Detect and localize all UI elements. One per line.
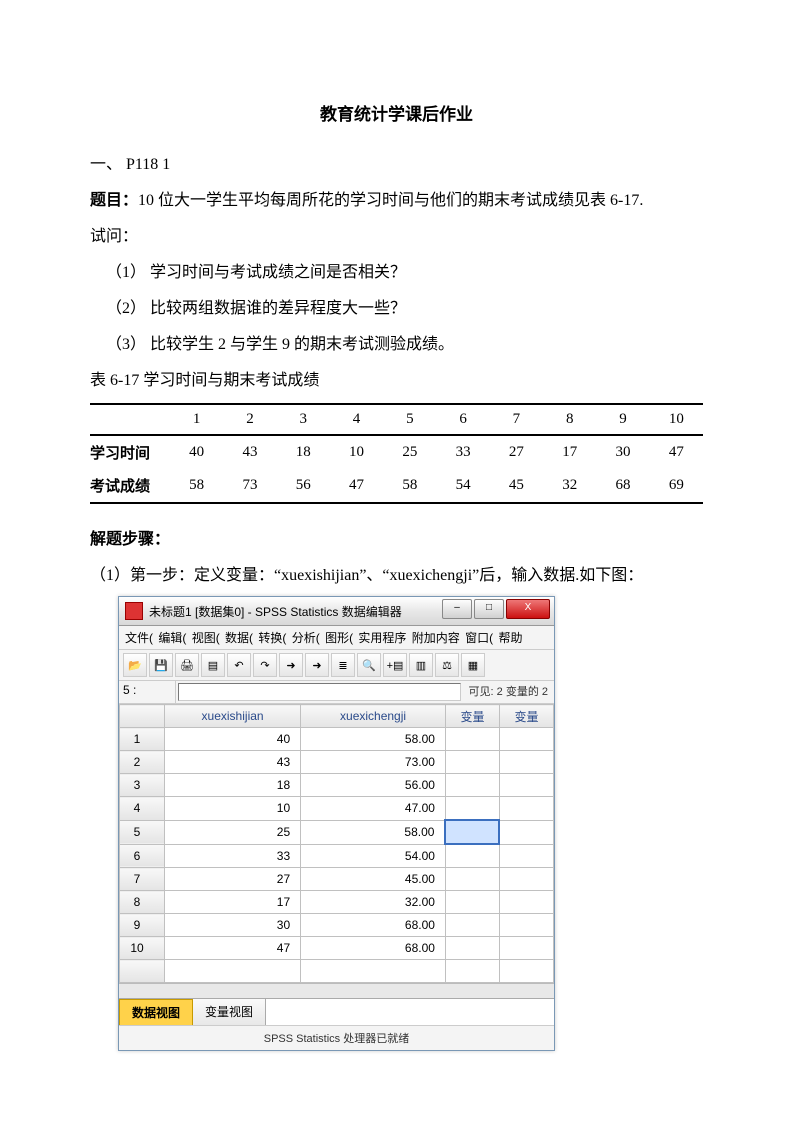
- menu-analyze[interactable]: 分析(: [292, 631, 320, 645]
- page-title: 教育统计学课后作业: [90, 100, 703, 125]
- undo-icon[interactable]: ↶: [227, 653, 251, 677]
- redo-icon[interactable]: ↷: [253, 653, 277, 677]
- select-icon[interactable]: ▦: [461, 653, 485, 677]
- question-intro: 试问：: [90, 221, 703, 253]
- dialog-icon[interactable]: ▤: [201, 653, 225, 677]
- save-icon[interactable]: 💾: [149, 653, 173, 677]
- menu-help[interactable]: 帮助: [498, 631, 522, 645]
- menu-utilities[interactable]: 实用程序: [358, 631, 406, 645]
- tab-data-view[interactable]: 数据视图: [119, 999, 193, 1025]
- cell-value-input[interactable]: [178, 683, 461, 701]
- topic-text: 10 位大一学生平均每周所花的学习时间与他们的期末考试成绩见表 6-17.: [138, 192, 643, 209]
- menu-file[interactable]: 文件(: [125, 631, 153, 645]
- menu-edit[interactable]: 编辑(: [158, 631, 186, 645]
- row-label-score: 考试成绩: [90, 469, 170, 503]
- print-icon[interactable]: 🖨: [175, 653, 199, 677]
- steps-label: 解题步骤：: [90, 524, 703, 556]
- topic-label: 题目：: [90, 192, 138, 209]
- statusbar: SPSS Statistics 处理器已就绪: [119, 1025, 554, 1050]
- cell-address: 5 :: [119, 681, 176, 703]
- menu-addons[interactable]: 附加内容: [412, 631, 460, 645]
- table-row: 14058.00: [120, 728, 554, 751]
- grid-corner: [120, 705, 165, 728]
- table-caption: 表 6-17 学习时间与期末考试成绩: [90, 365, 703, 397]
- study-table: 12345678910 学习时间 40431810253327173047 考试…: [90, 403, 703, 504]
- window-title: 未标题1 [数据集0] - SPSS Statistics 数据编辑器: [149, 603, 402, 620]
- menu-data[interactable]: 数据(: [225, 631, 253, 645]
- question-1: （1） 学习时间与考试成绩之间是否相关？: [90, 257, 703, 289]
- insert-icon[interactable]: +▤: [383, 653, 407, 677]
- menu-view[interactable]: 视图(: [192, 631, 220, 645]
- horizontal-scrollbar[interactable]: [119, 983, 554, 998]
- question-3: （3） 比较学生 2 与学生 9 的期末考试测验成绩。: [90, 329, 703, 361]
- col-empty-1[interactable]: 变量: [445, 705, 499, 728]
- menubar[interactable]: 文件( 编辑( 视图( 数据( 转换( 分析( 图形( 实用程序 附加内容 窗口…: [119, 626, 554, 650]
- find-icon[interactable]: 🔍: [357, 653, 381, 677]
- spss-window: 未标题1 [数据集0] - SPSS Statistics 数据编辑器 – □ …: [118, 596, 555, 1051]
- data-grid[interactable]: xuexishijian xuexichengji 变量 变量 14058.00…: [119, 704, 554, 983]
- col-empty-2[interactable]: 变量: [499, 705, 553, 728]
- visible-vars-info: 可见: 2 变量的 2: [463, 681, 554, 703]
- table-row: 24373.00: [120, 751, 554, 774]
- app-icon: [125, 602, 143, 620]
- table-row: 72745.00: [120, 868, 554, 891]
- maximize-button[interactable]: □: [474, 599, 504, 619]
- table-row: 31856.00: [120, 774, 554, 797]
- question-2: （2） 比较两组数据谁的差异程度大一些？: [90, 293, 703, 325]
- table-row: 104768.00: [120, 937, 554, 960]
- toolbar: 📂 💾 🖨 ▤ ↶ ↷ ➜ ➜ ≣ 🔍 +▤ ▥ ⚖ ▦: [119, 650, 554, 681]
- goto-var-icon[interactable]: ➜: [305, 653, 329, 677]
- close-button[interactable]: X: [506, 599, 550, 619]
- open-icon[interactable]: 📂: [123, 653, 147, 677]
- table-row: 81732.00: [120, 891, 554, 914]
- step-1: （1）第一步：定义变量：“xuexishijian”、“xuexichengji…: [90, 560, 703, 592]
- titlebar[interactable]: 未标题1 [数据集0] - SPSS Statistics 数据编辑器 – □ …: [119, 597, 554, 626]
- menu-graphs[interactable]: 图形(: [325, 631, 353, 645]
- split-icon[interactable]: ▥: [409, 653, 433, 677]
- goto-icon[interactable]: ➜: [279, 653, 303, 677]
- col-xuexichengji[interactable]: xuexichengji: [301, 705, 446, 728]
- topic-line: 题目：10 位大一学生平均每周所花的学习时间与他们的期末考试成绩见表 6-17.: [90, 185, 703, 217]
- menu-transform[interactable]: 转换(: [258, 631, 286, 645]
- selected-cell[interactable]: [445, 820, 499, 844]
- table-row: 52558.00: [120, 820, 554, 844]
- tab-variable-view[interactable]: 变量视图: [193, 999, 266, 1025]
- table-row: 63354.00: [120, 844, 554, 868]
- variables-icon[interactable]: ≣: [331, 653, 355, 677]
- col-xuexishijian[interactable]: xuexishijian: [165, 705, 301, 728]
- table-row: [120, 960, 554, 983]
- row-label-time: 学习时间: [90, 435, 170, 469]
- weight-icon[interactable]: ⚖: [435, 653, 459, 677]
- table-row: 41047.00: [120, 797, 554, 821]
- table-row: 93068.00: [120, 914, 554, 937]
- menu-window[interactable]: 窗口(: [465, 631, 493, 645]
- minimize-button[interactable]: –: [442, 599, 472, 619]
- section-label: 一、 P118 1: [90, 149, 703, 181]
